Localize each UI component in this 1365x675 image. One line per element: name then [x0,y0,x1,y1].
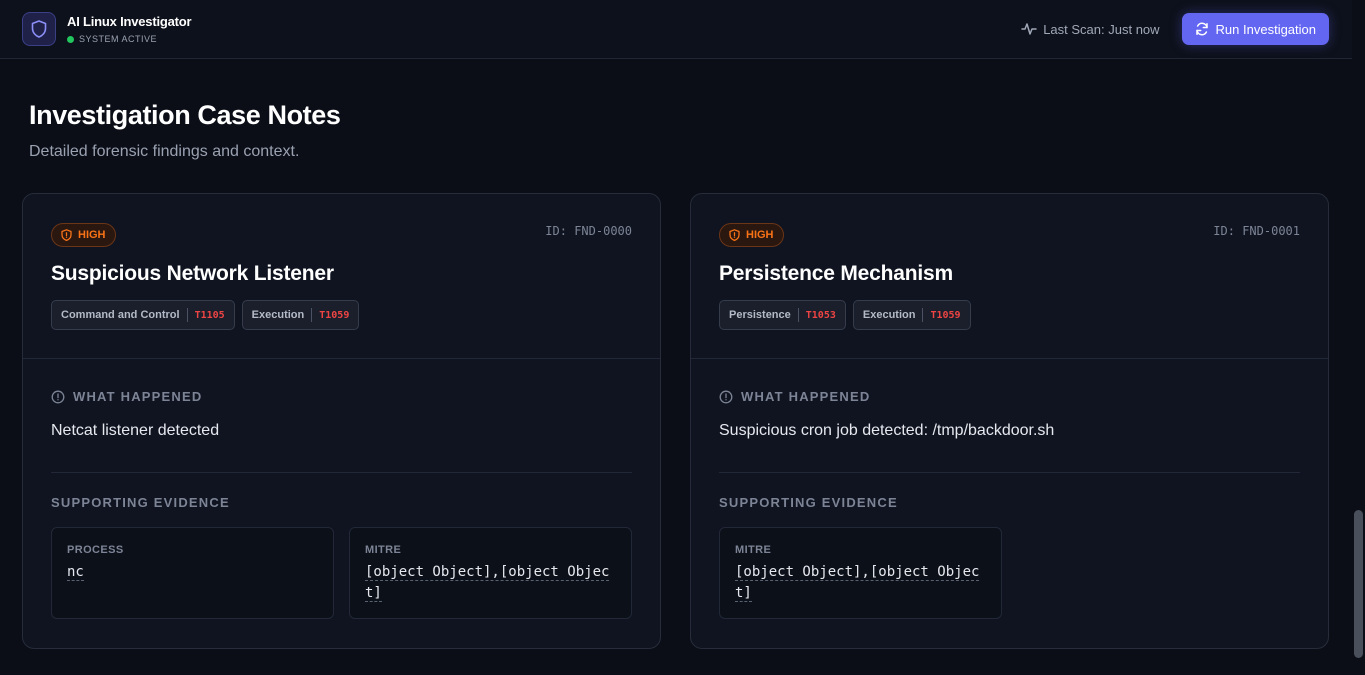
info-circle-icon [51,390,65,403]
mitre-tag: Persistence T1053 [719,300,846,330]
run-investigation-label: Run Investigation [1215,21,1316,37]
tag-separator [797,308,799,322]
finding-title: Persistence Mechanism [719,262,953,285]
finding-id: ID: FND-0001 [1213,224,1300,238]
evidence-key: MITRE [735,544,772,556]
severity-badge: HIGH [719,223,784,247]
app-title: AI Linux Investigator [67,14,192,29]
mitre-tags: Persistence T1053 Execution T1059 [719,300,978,330]
evidence-value: [object Object],[object Object] [735,562,986,604]
finding-card: HIGH ID: FND-0001 Persistence Mechanism … [690,193,1329,649]
what-happened-text: WHAT HAPPENED [741,389,871,404]
finding-card-header: HIGH ID: FND-0000 Suspicious Network Lis… [23,194,660,359]
tactic-name: Command and Control [61,309,180,321]
tag-separator [922,308,924,322]
tag-separator [311,308,313,322]
status-dot-icon [67,35,74,43]
activity-icon [1021,23,1037,35]
top-header: AI Linux Investigator SYSTEM ACTIVE Last… [0,0,1352,59]
evidence-item: MITRE [object Object],[object Object] [349,527,632,619]
tag-separator [186,308,188,322]
refresh-icon [1195,22,1208,36]
what-happened-description: Netcat listener detected [51,422,220,439]
evidence-key: PROCESS [67,544,124,556]
system-status: SYSTEM ACTIVE [67,34,191,44]
finding-id: ID: FND-0000 [545,224,632,238]
tactic-name: Execution [251,309,305,321]
last-scan-text: Last Scan: Just now [1043,21,1160,37]
finding-card: HIGH ID: FND-0000 Suspicious Network Lis… [22,193,661,649]
tactic-name: Execution [862,309,916,321]
finding-title: Suspicious Network Listener [51,262,334,285]
what-happened-label: WHAT HAPPENED [51,389,202,404]
evidence-value-text: [object Object],[object Object] [735,564,980,602]
mitre-tags: Command and Control T1105 Execution T105… [51,300,366,330]
finding-card-header: HIGH ID: FND-0001 Persistence Mechanism … [691,194,1328,359]
what-happened-label: WHAT HAPPENED [719,389,870,404]
shield-logo-icon [22,12,56,46]
supporting-evidence-label: SUPPORTING EVIDENCE [719,495,898,510]
system-status-text: SYSTEM ACTIVE [79,34,158,44]
evidence-item: MITRE [object Object],[object Object] [719,527,1002,619]
evidence-key: MITRE [365,544,402,556]
shield-alert-icon [729,229,740,241]
page-title: Investigation Case Notes [29,100,341,130]
mitre-tag: Execution T1059 [852,300,971,330]
technique-id: T1059 [319,309,350,321]
last-scan: Last Scan: Just now [1021,21,1160,37]
page-subtitle: Detailed forensic findings and context. [29,143,300,160]
info-circle-icon [719,390,733,403]
technique-id: T1105 [194,309,225,321]
mitre-tag: Execution T1059 [241,300,360,330]
evidence-value-text: nc [67,564,84,581]
scrollbar-thumb[interactable] [1354,510,1363,658]
what-happened-description: Suspicious cron job detected: /tmp/backd… [719,422,1055,439]
mitre-tag: Command and Control T1105 [51,300,235,330]
evidence-item: PROCESS nc [51,527,334,619]
shield-alert-icon [61,229,72,241]
technique-id: T1059 [930,309,961,321]
vertical-scrollbar[interactable] [1352,0,1365,675]
supporting-evidence-label: SUPPORTING EVIDENCE [51,495,230,510]
evidence-value: [object Object],[object Object] [365,562,616,604]
what-happened-text: WHAT HAPPENED [73,389,203,404]
technique-id: T1053 [805,309,836,321]
brand: AI Linux Investigator SYSTEM ACTIVE [22,12,192,46]
severity-label: HIGH [78,229,106,241]
evidence-value: nc [67,562,318,583]
severity-label: HIGH [746,229,774,241]
severity-badge: HIGH [51,223,116,247]
divider [51,472,632,473]
evidence-value-text: [object Object],[object Object] [365,564,610,602]
divider [719,472,1300,473]
tactic-name: Persistence [729,309,791,321]
run-investigation-button[interactable]: Run Investigation [1181,13,1329,45]
